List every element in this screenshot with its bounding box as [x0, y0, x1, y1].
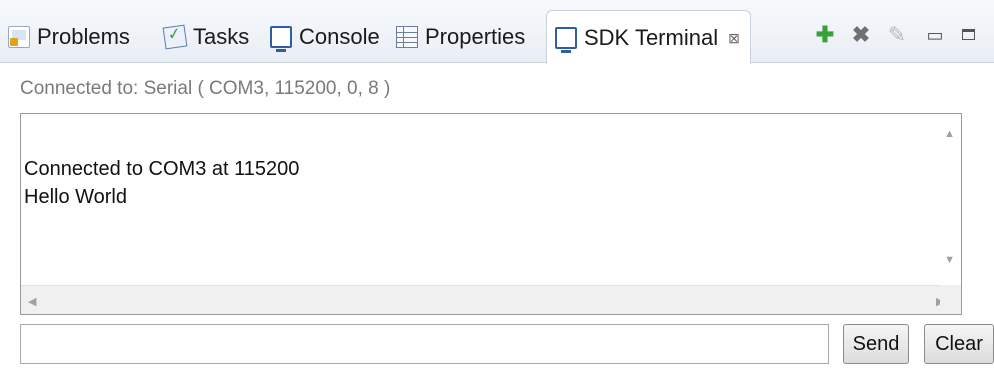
- clear-button[interactable]: Clear: [924, 324, 994, 364]
- connection-status: Connected to: Serial ( COM3, 115200, 0, …: [20, 78, 391, 99]
- remove-terminal-icon[interactable]: ✖: [850, 24, 872, 46]
- problems-icon: [8, 26, 30, 48]
- tab-problems[interactable]: Problems: [8, 12, 130, 62]
- clear-console-icon[interactable]: ✎: [886, 24, 908, 46]
- tab-console[interactable]: Console: [270, 12, 380, 62]
- scrollbar-corner: [940, 285, 961, 314]
- scroll-down-icon[interactable]: ▼: [944, 254, 955, 266]
- view-tab-bar: Problems Tasks Console Properties SDK Te…: [0, 0, 994, 64]
- properties-icon: [396, 26, 418, 48]
- terminal-icon: [555, 26, 577, 53]
- scroll-up-icon[interactable]: ▲: [944, 128, 955, 140]
- close-tab-icon[interactable]: ⊠: [728, 30, 740, 47]
- minimize-icon[interactable]: ▭: [924, 24, 946, 46]
- terminal-output[interactable]: Connected to COM3 at 115200 Hello World …: [20, 113, 962, 315]
- terminal-line: Connected to COM3 at 115200: [24, 158, 300, 180]
- console-icon: [270, 26, 292, 52]
- maximize-icon[interactable]: [958, 24, 980, 46]
- scroll-left-icon[interactable]: ◀: [28, 295, 36, 308]
- tab-sdk-terminal[interactable]: SDK Terminal ⊠: [546, 10, 751, 64]
- command-input[interactable]: [20, 324, 829, 364]
- vertical-scrollbar[interactable]: ▲ ▼: [940, 114, 961, 285]
- tab-problems-label: Problems: [37, 24, 130, 49]
- tab-properties-label: Properties: [425, 24, 526, 49]
- horizontal-scrollbar[interactable]: ◀ ▶: [21, 285, 944, 314]
- tab-sdk-terminal-label: SDK Terminal: [584, 24, 719, 50]
- tab-properties[interactable]: Properties: [396, 12, 525, 62]
- add-terminal-icon[interactable]: ✚: [814, 24, 836, 46]
- terminal-line: Hello World: [24, 186, 127, 208]
- terminal-text: Connected to COM3 at 115200 Hello World: [24, 155, 299, 211]
- tab-tasks-label: Tasks: [193, 24, 250, 49]
- tasks-icon: [162, 24, 188, 50]
- tab-console-label: Console: [299, 24, 380, 49]
- send-button[interactable]: Send: [843, 324, 909, 364]
- tab-tasks[interactable]: Tasks: [162, 12, 250, 62]
